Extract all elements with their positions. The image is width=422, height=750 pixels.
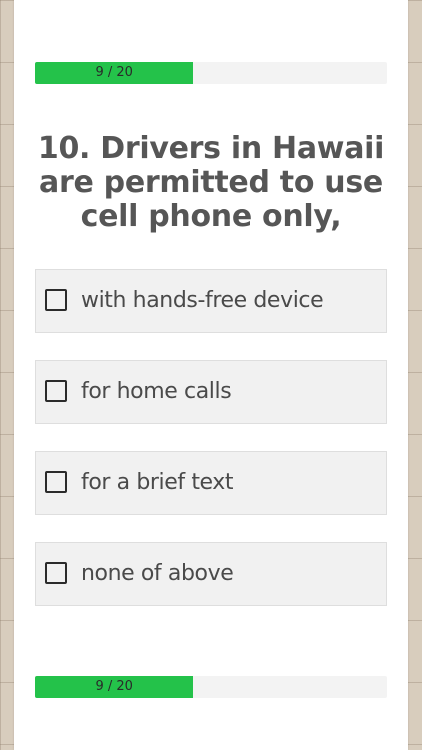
checkbox-icon[interactable] (45, 380, 67, 402)
checkbox-icon[interactable] (45, 471, 67, 493)
answer-label: for home calls (81, 379, 232, 404)
question-text: 10. Drivers in Hawaii are permitted to u… (37, 131, 385, 234)
answer-label: none of above (81, 561, 234, 586)
answer-option-2[interactable]: for home calls (35, 360, 387, 424)
progress-bar-bottom: 9 / 20 (35, 676, 387, 698)
answer-option-4[interactable]: none of above (35, 542, 387, 606)
answer-label: for a brief text (81, 470, 234, 495)
answer-option-1[interactable]: with hands-free device (35, 269, 387, 333)
quiz-panel: 9 / 20 10. Drivers in Hawaii are permitt… (14, 0, 408, 750)
progress-label: 9 / 20 (95, 65, 133, 80)
answer-label: with hands-free device (81, 288, 324, 313)
checkbox-icon[interactable] (45, 562, 67, 584)
answer-list: with hands-free device for home calls fo… (35, 269, 387, 633)
progress-label: 9 / 20 (95, 679, 133, 694)
answer-option-3[interactable]: for a brief text (35, 451, 387, 515)
progress-bar-top: 9 / 20 (35, 62, 387, 84)
checkbox-icon[interactable] (45, 289, 67, 311)
